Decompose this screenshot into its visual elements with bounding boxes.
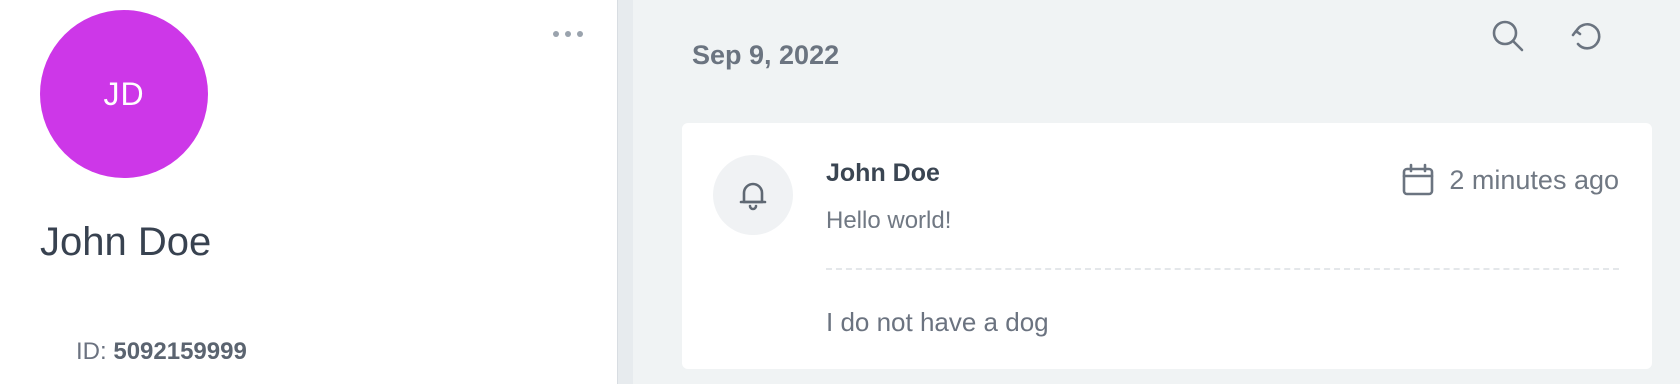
profile-id: ID: 5092159999 (76, 340, 247, 364)
notification-icon-badge (713, 155, 793, 235)
dashed-divider (826, 268, 1619, 270)
notification-time: 2 minutes ago (1449, 164, 1619, 195)
panel-divider-line (617, 0, 618, 384)
calendar-icon (1403, 163, 1434, 196)
refresh-icon (1571, 23, 1601, 50)
bell-icon (739, 182, 767, 211)
notification-body: I do not have a dog (826, 307, 1049, 337)
search-icon (1492, 20, 1524, 52)
panel-divider (617, 0, 633, 384)
notification-title: Hello world! (826, 207, 952, 234)
notification-sender: John Doe (826, 159, 940, 187)
profile-name: John Doe (40, 220, 212, 264)
search-button[interactable] (1488, 16, 1528, 56)
profile-id-label: ID: (76, 338, 107, 365)
notification-card[interactable]: John Doe Hello world! 2 minutes ago I do… (682, 123, 1652, 369)
avatar-initials: JD (103, 75, 145, 112)
feed-panel: Sep 9, 2022 John Doe Hello world! 2 minu… (633, 0, 1680, 384)
avatar: JD (40, 10, 208, 178)
more-horizontal-icon (553, 31, 583, 37)
more-options-button[interactable] (548, 22, 588, 46)
feed-date: Sep 9, 2022 (692, 40, 840, 70)
profile-id-value: 5092159999 (113, 338, 247, 365)
app-root: JD John Doe ID: 5092159999 Sep 9, 2022 J… (0, 0, 1680, 384)
profile-panel: JD John Doe ID: 5092159999 (0, 0, 617, 384)
refresh-button[interactable] (1567, 16, 1607, 56)
notification-timestamp: 2 minutes ago (1401, 163, 1619, 197)
